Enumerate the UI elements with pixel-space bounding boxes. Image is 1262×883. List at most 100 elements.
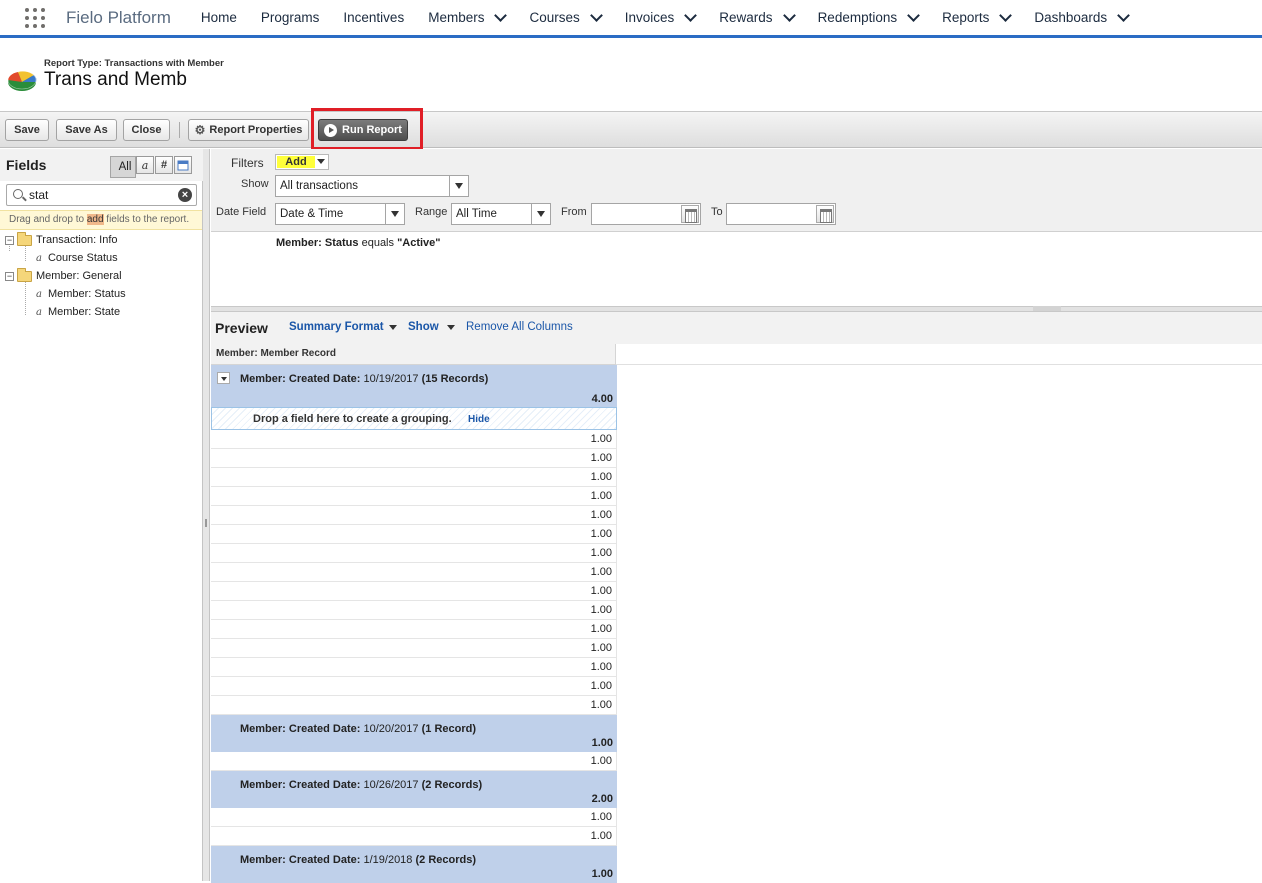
- criteria-operator: equals: [358, 237, 398, 249]
- calendar-icon[interactable]: [681, 205, 699, 223]
- row-value: 1.00: [590, 452, 612, 464]
- filter-all-button[interactable]: All: [110, 156, 136, 178]
- close-button[interactable]: Close: [123, 119, 170, 141]
- splitter-grip[interactable]: [205, 519, 208, 527]
- summary-format-menu[interactable]: Summary Format: [289, 321, 384, 333]
- to-date-input[interactable]: [726, 203, 836, 225]
- nav-item-label: Rewards: [719, 10, 773, 25]
- text-field-icon: a: [36, 252, 42, 264]
- add-filter-label: Add: [277, 156, 315, 168]
- filter-number-button[interactable]: #: [155, 156, 173, 174]
- group-label: Member: Created Date: 10/19/2017 (15 Rec…: [240, 373, 488, 385]
- tree-item-member-status[interactable]: a Member: Status: [36, 288, 126, 300]
- app-launcher-icon[interactable]: [24, 7, 46, 29]
- divider-notch[interactable]: [1033, 306, 1061, 311]
- nav-item-incentives[interactable]: Incentives: [331, 0, 416, 36]
- group-field-name: Member: Created Date:: [240, 723, 361, 735]
- folder-icon: [17, 267, 32, 282]
- group-row[interactable]: Member: Created Date: 10/19/2017 (15 Rec…: [211, 365, 617, 407]
- clear-search-icon[interactable]: ×: [178, 188, 192, 202]
- group-label: Member: Created Date: 1/19/2018 (2 Recor…: [240, 854, 476, 866]
- field-search-input[interactable]: [29, 187, 177, 203]
- save-button[interactable]: Save: [5, 119, 49, 141]
- nav-item-members[interactable]: Members: [416, 0, 517, 36]
- hide-drop-zone-link[interactable]: Hide: [468, 414, 490, 425]
- group-toggle-icon[interactable]: [217, 372, 230, 384]
- nav-item-label: Invoices: [624, 10, 675, 25]
- group-label: Member: Created Date: 10/20/2017 (1 Reco…: [240, 723, 476, 735]
- chevron-down-icon[interactable]: [589, 8, 603, 22]
- chevron-down-icon[interactable]: [389, 325, 397, 330]
- nav-item-courses[interactable]: Courses: [517, 0, 612, 36]
- filter-criteria-area: Member: Status equals "Active": [211, 231, 1262, 307]
- row-value: 1.00: [590, 604, 612, 616]
- nav-item-invoices[interactable]: Invoices: [613, 0, 708, 36]
- chevron-down-icon[interactable]: [1117, 8, 1131, 22]
- drag-tip-text-2: fields to the report.: [103, 214, 190, 225]
- tree-item-course-status[interactable]: a Course Status: [36, 252, 118, 264]
- chevron-down-icon: [385, 204, 404, 224]
- group-date: 10/26/2017: [363, 779, 419, 791]
- row-value: 1.00: [590, 661, 612, 673]
- nav-item-programs[interactable]: Programs: [249, 0, 332, 36]
- calendar-icon[interactable]: [816, 205, 834, 223]
- table-row: 1.00: [211, 827, 617, 846]
- group-row[interactable]: Member: Created Date: 10/26/2017 (2 Reco…: [211, 771, 617, 808]
- nav-item-dashboards[interactable]: Dashboards: [1022, 0, 1140, 36]
- remove-all-columns-link[interactable]: Remove All Columns: [466, 321, 573, 333]
- table-row: 1.00: [211, 601, 617, 620]
- row-value: 1.00: [590, 566, 612, 578]
- date-field-select[interactable]: Date & Time: [275, 203, 405, 225]
- chevron-down-icon[interactable]: [907, 8, 920, 22]
- group-row[interactable]: Member: Created Date: 10/20/2017 (1 Reco…: [211, 715, 617, 752]
- row-value: 1.00: [590, 680, 612, 692]
- drag-tip-text-1: Drag and drop to: [9, 214, 87, 225]
- group-label: Member: Created Date: 10/26/2017 (2 Reco…: [240, 779, 482, 791]
- show-select[interactable]: All transactions: [275, 175, 469, 197]
- chevron-down-icon: [317, 159, 325, 164]
- panel-splitter[interactable]: [203, 149, 210, 881]
- table-row: 1.00: [211, 563, 617, 582]
- row-value: 1.00: [590, 699, 612, 711]
- group-row[interactable]: Member: Created Date: 1/19/2018 (2 Recor…: [211, 846, 617, 883]
- save-as-button[interactable]: Save As: [56, 119, 117, 141]
- tree-item-label: Member: Status: [47, 288, 126, 300]
- collapse-icon[interactable]: −: [5, 235, 14, 245]
- group-field-name: Member: Created Date:: [240, 854, 361, 866]
- nav-item-rewards[interactable]: Rewards: [707, 0, 805, 36]
- group-total: 1.00: [591, 737, 613, 749]
- report-type: Report Type: Transactions with Member: [44, 58, 224, 69]
- tree-group-member-general[interactable]: − Member: General: [5, 267, 122, 282]
- chevron-down-icon[interactable]: [684, 8, 698, 22]
- nav-item-redemptions[interactable]: Redemptions: [806, 0, 931, 36]
- chevron-down-icon[interactable]: [494, 8, 508, 22]
- filter-date-button[interactable]: [174, 156, 192, 174]
- nav-item-reports[interactable]: Reports: [930, 0, 1022, 36]
- filter-criteria[interactable]: Member: Status equals "Active": [276, 237, 441, 249]
- calendar-icon: [177, 160, 189, 171]
- nav-items: Home Programs Incentives Members Courses Invo…: [189, 0, 1140, 36]
- tree-group-transaction-info[interactable]: − Transaction: Info: [5, 231, 118, 246]
- nav-item-home[interactable]: Home: [189, 0, 249, 36]
- table-row: 1.00: [211, 696, 617, 715]
- filter-text-button[interactable]: a: [136, 156, 154, 174]
- run-report-highlight: [311, 108, 423, 150]
- column-header-member-record[interactable]: Member: Member Record: [211, 344, 616, 365]
- grouping-drop-zone[interactable]: Drop a field here to create a grouping. H…: [211, 407, 617, 430]
- chevron-down-icon[interactable]: [999, 8, 1013, 22]
- chevron-down-icon[interactable]: [447, 325, 455, 330]
- fields-panel: Fields All a # × Drag and drop to add fi…: [0, 149, 203, 881]
- from-date-input[interactable]: [591, 203, 701, 225]
- tree-line: [25, 245, 26, 261]
- filters-label: Filters: [231, 156, 264, 170]
- range-select[interactable]: All Time: [451, 203, 551, 225]
- add-filter-button[interactable]: Add: [275, 154, 329, 170]
- report-properties-button[interactable]: ⚙ Report Properties: [188, 119, 309, 141]
- collapse-icon[interactable]: −: [5, 271, 14, 281]
- preview-header: Preview Summary Format Show Remove All C…: [211, 312, 1262, 344]
- group-count: (1 Record): [421, 723, 477, 735]
- nav-item-label: Incentives: [343, 10, 405, 25]
- chevron-down-icon[interactable]: [782, 8, 796, 22]
- tree-item-member-state[interactable]: a Member: State: [36, 306, 120, 318]
- show-menu[interactable]: Show: [408, 321, 439, 333]
